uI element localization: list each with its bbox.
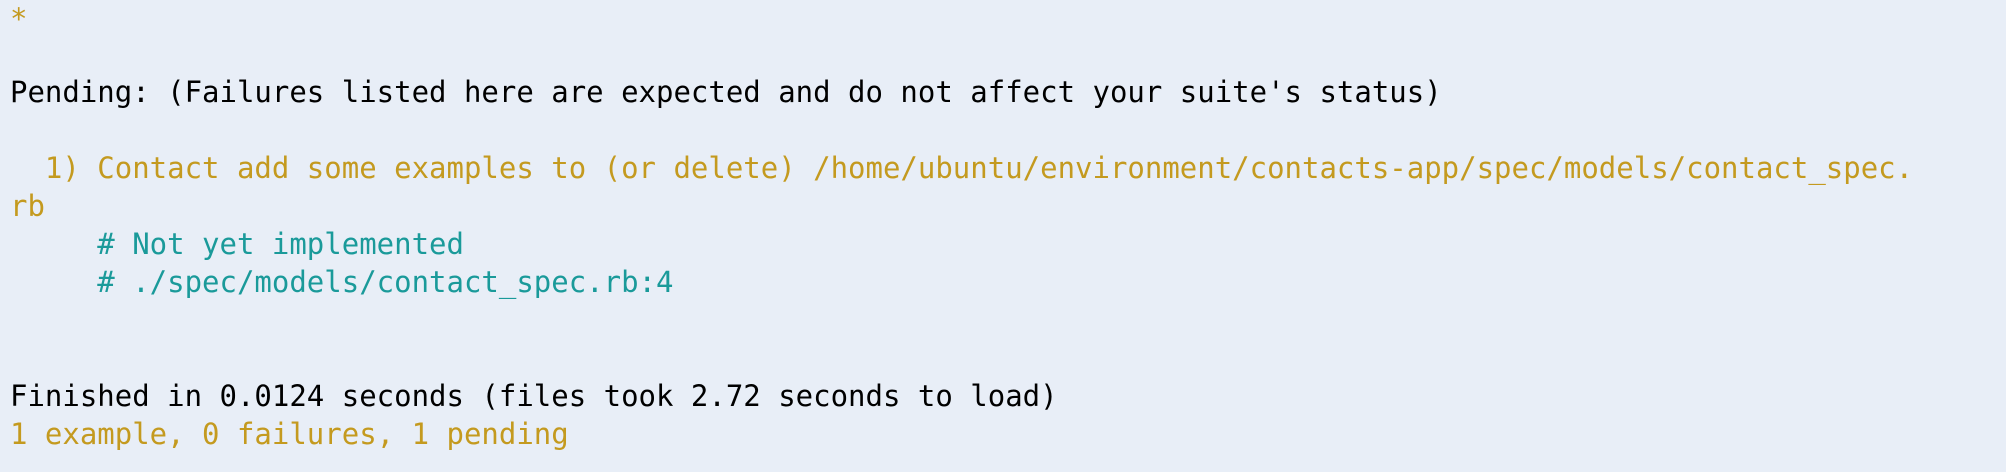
summary-line: 1 example, 0 failures, 1 pending <box>10 417 569 451</box>
pending-reason-comment: # Not yet implemented <box>10 227 464 261</box>
pending-item-description: 1) Contact add some examples to (or dele… <box>10 151 1914 185</box>
pending-location-comment: # ./spec/models/contact_spec.rb:4 <box>10 265 674 299</box>
pending-item-description-wrap: rb <box>10 189 45 223</box>
progress-marker: * <box>10 2 28 36</box>
finished-timing-line: Finished in 0.0124 seconds (files took 2… <box>10 379 1058 413</box>
pending-header: Pending: (Failures listed here are expec… <box>10 75 1442 109</box>
terminal-output[interactable]: * Pending: (Failures listed here are exp… <box>0 0 2006 472</box>
